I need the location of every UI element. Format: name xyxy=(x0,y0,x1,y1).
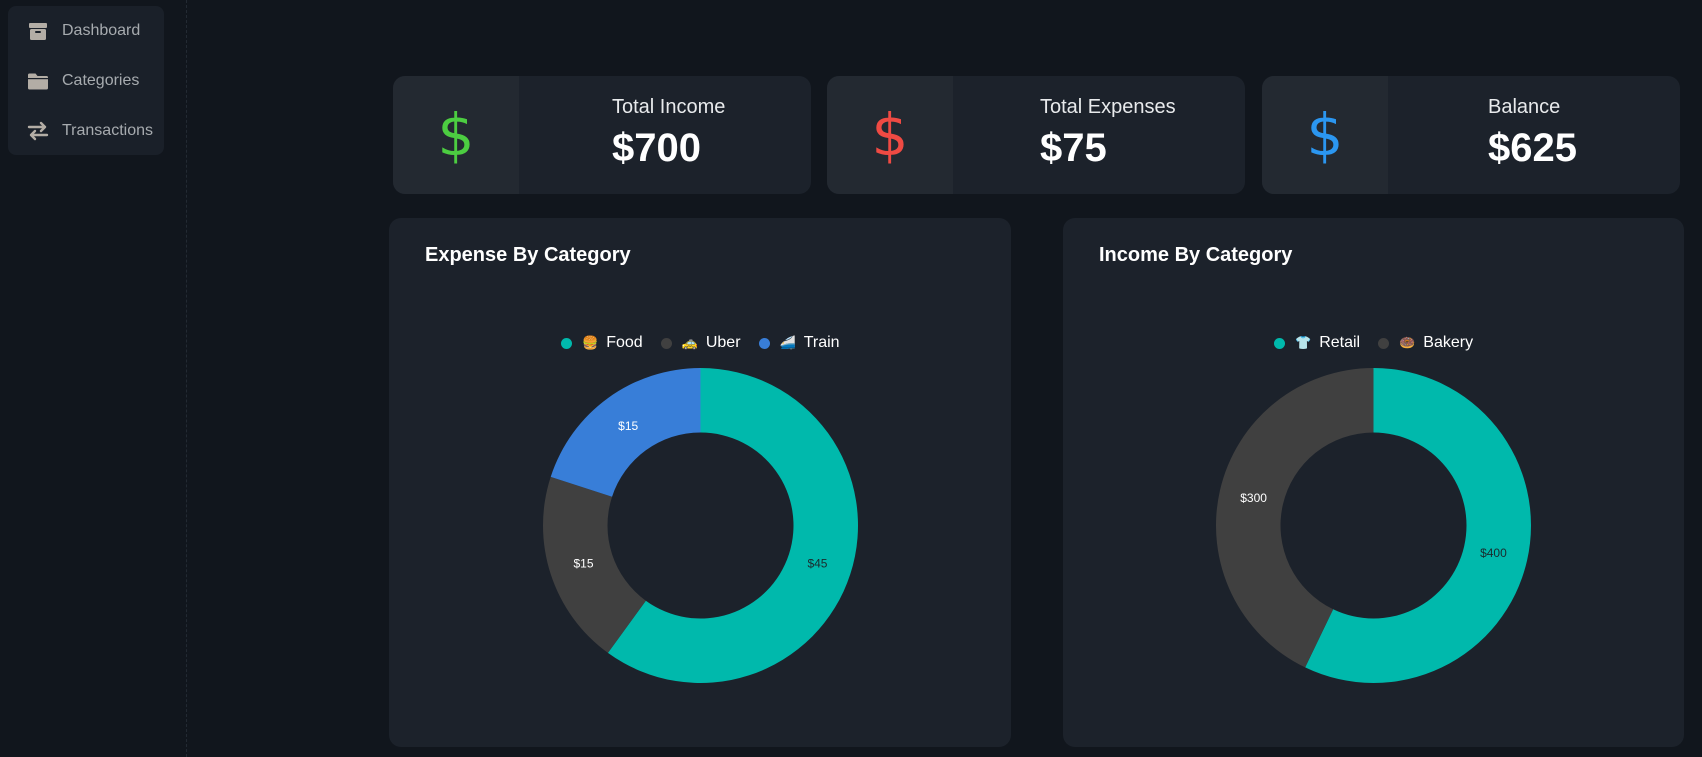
slice-value-label: $45 xyxy=(807,557,827,571)
sidebar-divider xyxy=(186,0,187,757)
sidebar-item-dashboard[interactable]: Dashboard xyxy=(8,11,164,51)
legend-dot xyxy=(1378,337,1390,349)
box-icon xyxy=(29,23,47,40)
expense-by-category-panel: Expense By Category 🍔 Food 🚕 Uber 🚄 Trai… xyxy=(389,218,1011,747)
expense-donut-chart: $45 $15 $15 xyxy=(543,368,858,683)
legend-item-bakery[interactable]: 🍩 Bakery xyxy=(1378,334,1473,352)
stat-value: $700 xyxy=(612,126,701,170)
donut-icon: 🍩 xyxy=(1399,335,1416,351)
sidebar-item-label: Categories xyxy=(62,72,140,89)
sidebar-item-transactions[interactable]: Transactions xyxy=(8,111,164,151)
train-icon: 🚄 xyxy=(779,335,796,351)
income-by-category-panel: Income By Category 👕 Retail 🍩 Bakery $40… xyxy=(1063,218,1684,747)
sidebar-item-label: Transactions xyxy=(62,122,153,139)
legend-item-train[interactable]: 🚄 Train xyxy=(758,334,840,352)
slice-value-label: $15 xyxy=(618,419,638,433)
dollar-icon: $ xyxy=(1306,101,1344,169)
stat-value: $625 xyxy=(1488,126,1577,170)
burger-icon: 🍔 xyxy=(582,335,599,351)
slice-value-label: $400 xyxy=(1480,546,1507,560)
dollar-icon: $ xyxy=(437,101,475,169)
legend-dot xyxy=(660,337,672,349)
sidebar-item-label: Dashboard xyxy=(62,22,141,39)
panel-title: Expense By Category xyxy=(425,244,631,266)
legend-dot xyxy=(561,337,572,349)
legend-item-uber[interactable]: 🚕 Uber xyxy=(660,334,741,352)
sidebar: Dashboard Categories Transactions xyxy=(8,6,164,155)
chart-legend: 👕 Retail 🍩 Bakery xyxy=(1274,334,1473,352)
stat-icon-box: $ xyxy=(1262,76,1388,194)
stat-label: Total Income xyxy=(612,96,726,118)
legend-label: Uber xyxy=(705,334,741,351)
swap-arrows-icon xyxy=(27,121,49,141)
total-income-card: $ Total Income $700 xyxy=(393,76,811,194)
folder-icon xyxy=(28,73,48,90)
balance-card: $ Balance $625 xyxy=(1262,76,1680,194)
stat-label: Total Expenses xyxy=(1040,96,1176,118)
panel-title: Income By Category xyxy=(1099,244,1293,266)
taxi-icon: 🚕 xyxy=(681,335,698,351)
legend-label: Bakery xyxy=(1423,334,1474,351)
legend-label: Retail xyxy=(1319,334,1361,351)
legend-item-retail[interactable]: 👕 Retail xyxy=(1274,334,1360,352)
stat-value: $75 xyxy=(1040,126,1107,170)
legend-label: Food xyxy=(606,334,643,351)
chart-legend: 🍔 Food 🚕 Uber 🚄 Train xyxy=(561,334,840,352)
stat-icon-box: $ xyxy=(393,76,519,194)
shirt-icon: 👕 xyxy=(1295,335,1312,351)
legend-label: Train xyxy=(803,334,840,351)
stat-icon-box: $ xyxy=(827,76,953,194)
total-expenses-card: $ Total Expenses $75 xyxy=(827,76,1245,194)
slice-value-label: $300 xyxy=(1240,491,1267,505)
income-donut-chart: $400 $300 xyxy=(1216,368,1531,683)
stat-label: Balance xyxy=(1488,96,1561,118)
dollar-icon: $ xyxy=(871,101,909,169)
sidebar-item-categories[interactable]: Categories xyxy=(8,61,164,101)
slice-value-label: $15 xyxy=(574,557,594,571)
legend-dot xyxy=(1274,337,1285,349)
legend-dot xyxy=(758,337,770,349)
legend-item-food[interactable]: 🍔 Food xyxy=(561,334,643,352)
